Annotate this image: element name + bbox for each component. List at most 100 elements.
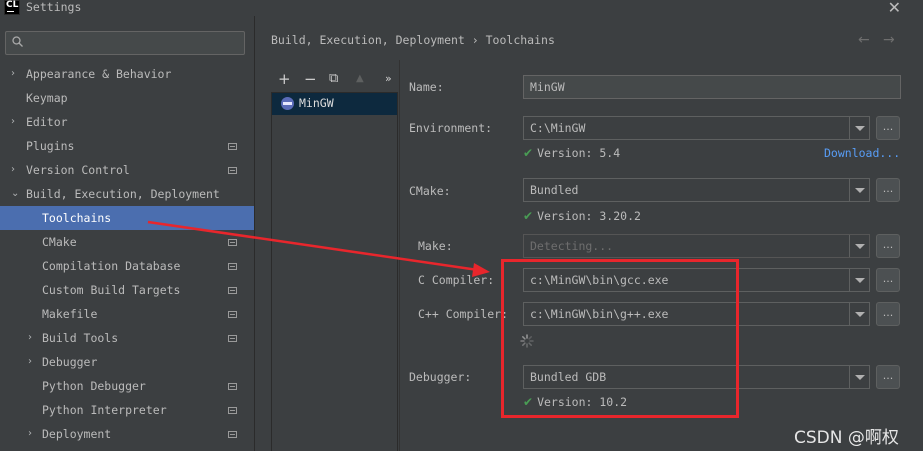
- sidebar-item-plugins[interactable]: Plugins: [0, 134, 254, 158]
- chevron-down-icon[interactable]: [849, 366, 869, 388]
- sidebar-item-python-interpreter[interactable]: Python Interpreter: [0, 398, 254, 422]
- project-settings-icon: [228, 143, 237, 150]
- close-icon[interactable]: ✕: [888, 0, 901, 17]
- add-icon[interactable]: +: [278, 68, 291, 90]
- make-browse-button[interactable]: ...: [876, 234, 900, 258]
- project-settings-icon: [228, 407, 237, 414]
- chevron-right-icon[interactable]: ›: [11, 158, 21, 182]
- project-settings-icon: [228, 431, 237, 438]
- chevron-right-icon[interactable]: ›: [28, 422, 38, 446]
- cmake-browse-button[interactable]: ...: [876, 178, 900, 202]
- environment-version: ✔ Version: 5.4: [523, 146, 620, 160]
- cmake-value: Bundled: [530, 183, 579, 197]
- toolchain-label: MinGW: [299, 96, 334, 110]
- sidebar-item-python-debugger[interactable]: Python Debugger: [0, 374, 254, 398]
- sidebar-item-compilation-database[interactable]: Compilation Database: [0, 254, 254, 278]
- environment-select[interactable]: C:\MinGW: [523, 116, 870, 140]
- project-settings-icon: [228, 263, 237, 270]
- c-compiler-label: C Compiler:: [418, 273, 495, 287]
- environment-browse-button[interactable]: ...: [876, 116, 900, 140]
- title-bar: CL Settings ✕: [0, 0, 923, 17]
- toolchain-item-mingw[interactable]: MinGW: [272, 93, 397, 115]
- chevron-down-icon[interactable]: ⌄: [11, 182, 21, 206]
- toolchains-list: MinGW: [271, 92, 398, 451]
- search-text-field[interactable]: [28, 34, 238, 52]
- chevron-right-icon[interactable]: ›: [11, 110, 21, 134]
- c-compiler-browse-button[interactable]: ...: [876, 268, 900, 292]
- environment-value: C:\MinGW: [530, 121, 586, 135]
- more-icon[interactable]: »: [385, 68, 392, 90]
- chevron-down-icon[interactable]: [849, 235, 869, 257]
- sidebar-item-label: Compilation Database: [42, 259, 181, 273]
- sidebar-item-label: Debugger: [42, 355, 98, 369]
- copy-icon[interactable]: ⧉: [329, 68, 338, 90]
- sidebar-item-debugger[interactable]: › Debugger: [0, 350, 254, 374]
- download-link[interactable]: Download...: [824, 146, 900, 160]
- settings-tree: › Appearance & Behavior Keymap › Editor Plugi…: [0, 62, 254, 446]
- chevron-down-icon[interactable]: [849, 179, 869, 201]
- sidebar-item-label: Python Debugger: [42, 379, 146, 393]
- sidebar-item-label: Custom Build Targets: [42, 283, 181, 297]
- back-arrow-icon[interactable]: ←: [858, 32, 870, 48]
- sidebar-item-label: Python Interpreter: [42, 403, 167, 417]
- annotation-highlight-box: [501, 259, 739, 418]
- sidebar-item-label: Build, Execution, Deployment: [26, 187, 220, 201]
- sidebar-item-custom-build-targets[interactable]: Custom Build Targets: [0, 278, 254, 302]
- sidebar-item-version-control[interactable]: › Version Control: [0, 158, 254, 182]
- make-select[interactable]: Detecting...: [523, 234, 870, 258]
- clion-app-icon: CL: [4, 0, 20, 15]
- project-settings-icon: [228, 167, 237, 174]
- project-settings-icon: [228, 311, 237, 318]
- make-value: Detecting...: [530, 239, 614, 253]
- project-settings-icon: [228, 287, 237, 294]
- sidebar-item-label: Keymap: [26, 91, 68, 105]
- app-icon-text: CL: [6, 0, 19, 10]
- settings-search-input[interactable]: [5, 31, 245, 55]
- sidebar-item-label: Editor: [26, 115, 68, 129]
- sidebar-item-build-execution-deployment[interactable]: ⌄ Build, Execution, Deployment: [0, 182, 254, 206]
- check-icon: ✔: [523, 209, 534, 223]
- forward-arrow-icon[interactable]: →: [883, 32, 895, 48]
- sidebar-item-build-tools[interactable]: › Build Tools: [0, 326, 254, 350]
- chevron-right-icon[interactable]: ›: [28, 326, 38, 350]
- breadcrumb: Build, Execution, Deployment › Toolchain…: [271, 33, 555, 47]
- debugger-browse-button[interactable]: ...: [876, 365, 900, 389]
- sidebar-item-keymap[interactable]: Keymap: [0, 86, 254, 110]
- name-input[interactable]: MinGW: [523, 75, 901, 99]
- sidebar-item-appearance-behavior[interactable]: › Appearance & Behavior: [0, 62, 254, 86]
- move-up-icon[interactable]: ▲: [356, 68, 364, 90]
- settings-sidebar: › Appearance & Behavior Keymap › Editor Plugi…: [0, 16, 254, 451]
- sidebar-item-editor[interactable]: › Editor: [0, 110, 254, 134]
- sidebar-item-toolchains[interactable]: Toolchains: [0, 206, 254, 230]
- make-label: Make:: [418, 239, 453, 253]
- sidebar-item-label: Makefile: [42, 307, 98, 321]
- cpp-compiler-browse-button[interactable]: ...: [876, 302, 900, 326]
- sidebar-item-deployment[interactable]: › Deployment: [0, 422, 254, 446]
- project-settings-icon: [228, 239, 237, 246]
- cpp-compiler-label: C++ Compiler:: [418, 307, 509, 321]
- chevron-down-icon[interactable]: [849, 303, 869, 325]
- search-icon: [12, 36, 23, 47]
- sidebar-item-label: Plugins: [26, 139, 75, 153]
- chevron-down-icon[interactable]: [849, 269, 869, 291]
- sidebar-item-label: Toolchains: [42, 211, 112, 225]
- remove-icon[interactable]: −: [304, 68, 317, 90]
- watermark-text: CSDN @啊权: [794, 428, 899, 448]
- sidebar-item-label: Appearance & Behavior: [26, 67, 172, 81]
- cmake-version-text: Version: 3.20.2: [537, 209, 641, 223]
- cmake-select[interactable]: Bundled: [523, 178, 870, 202]
- cmake-label: CMake:: [409, 184, 451, 198]
- chevron-right-icon[interactable]: ›: [11, 62, 21, 86]
- sidebar-item-cmake[interactable]: CMake: [0, 230, 254, 254]
- chevron-down-icon[interactable]: [849, 117, 869, 139]
- chevron-right-icon[interactable]: ›: [28, 350, 38, 374]
- environment-label: Environment:: [409, 121, 493, 135]
- sidebar-item-label: CMake: [42, 235, 77, 249]
- check-icon: ✔: [523, 146, 534, 160]
- panel-divider: [254, 16, 255, 451]
- cmake-version: ✔ Version: 3.20.2: [523, 209, 641, 223]
- toolchains-toolbar: + − ⧉ ▲ »: [271, 68, 398, 90]
- sidebar-item-label: Deployment: [42, 427, 112, 441]
- environment-version-text: Version: 5.4: [537, 146, 621, 160]
- sidebar-item-makefile[interactable]: Makefile: [0, 302, 254, 326]
